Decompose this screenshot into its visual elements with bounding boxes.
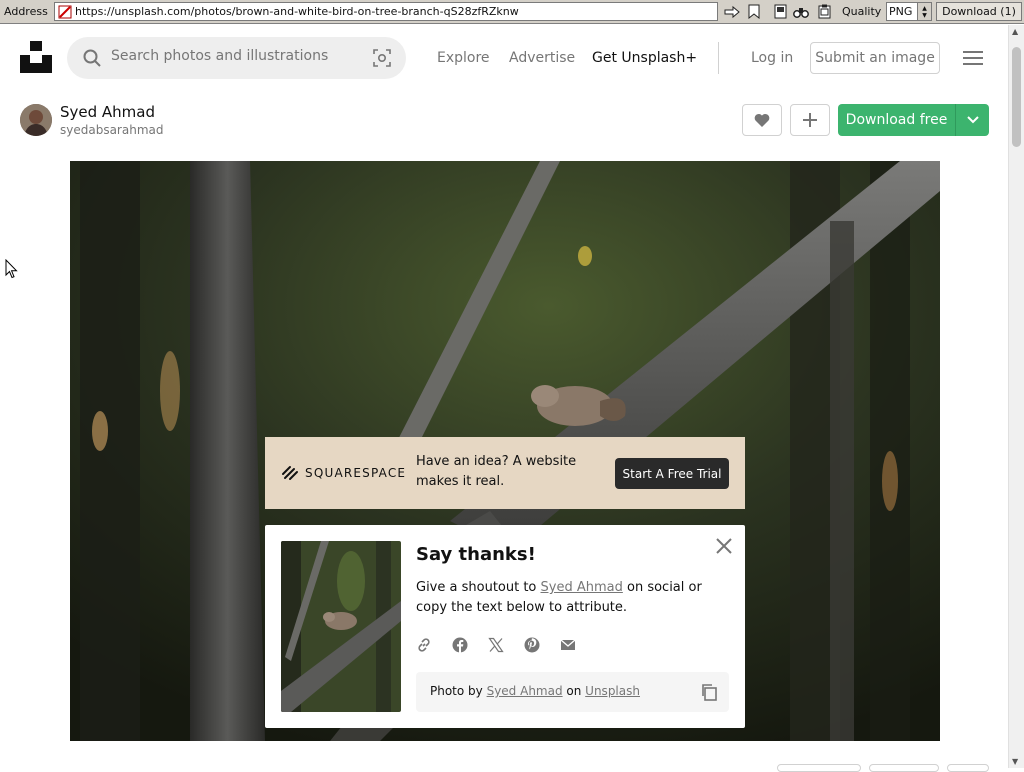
login-link[interactable]: Log in xyxy=(751,50,793,66)
facebook-icon xyxy=(452,637,468,653)
thanks-body: Give a shoutout to Syed Ahmad on social … xyxy=(416,578,736,618)
search-input[interactable]: Search photos and illustrations xyxy=(111,48,328,64)
sponsored-ad[interactable]: SQUARESPACE Have an idea? A website make… xyxy=(265,437,745,509)
download-free-button[interactable]: Download free xyxy=(838,104,955,136)
heart-icon xyxy=(754,113,770,127)
squarespace-logo-icon xyxy=(282,466,298,480)
thanks-photo-thumbnail xyxy=(281,541,401,712)
nav-explore[interactable]: Explore xyxy=(437,50,490,66)
add-to-collection-button[interactable] xyxy=(790,104,830,136)
squarespace-logo: SQUARESPACE xyxy=(281,464,406,482)
attribution-author-link[interactable]: Syed Ahmad xyxy=(487,684,563,698)
bottom-peek-button xyxy=(869,764,939,772)
share-row xyxy=(416,635,596,655)
copy-icon[interactable] xyxy=(700,683,718,701)
bottom-peek-button xyxy=(947,764,989,772)
ad-cta-button[interactable]: Start A Free Trial xyxy=(615,458,729,489)
hamburger-menu-icon[interactable] xyxy=(963,50,983,66)
attribution-text: Photo by Syed Ahmad on Unsplash xyxy=(430,684,640,698)
thanks-title: Say thanks! xyxy=(416,544,536,565)
share-email-button[interactable] xyxy=(560,635,596,655)
bookmark-icon[interactable] xyxy=(744,2,764,21)
author-handle[interactable]: syedabsarahmad xyxy=(60,123,163,137)
search-icon[interactable] xyxy=(83,49,101,67)
nav-advertise[interactable]: Advertise xyxy=(509,50,575,66)
attribution-mid: on xyxy=(562,684,586,698)
address-bar[interactable]: https://unsplash.com/photos/brown-and-wh… xyxy=(54,2,718,21)
scroll-down-arrow-icon[interactable]: ▼ xyxy=(1012,757,1018,766)
address-label: Address xyxy=(4,5,48,18)
link-icon xyxy=(418,638,430,652)
attribution-prefix: Photo by xyxy=(430,684,487,698)
browser-toolbar: Address https://unsplash.com/photos/brow… xyxy=(0,0,1024,24)
attribution-box[interactable]: Photo by Syed Ahmad on Unsplash xyxy=(416,672,729,712)
quality-select[interactable]: PNG ▲ ▼ xyxy=(886,2,932,21)
thanks-author-link[interactable]: Syed Ahmad xyxy=(541,580,623,595)
scroll-up-arrow-icon[interactable]: ▲ xyxy=(1012,27,1018,36)
page-icon[interactable] xyxy=(770,2,790,21)
x-twitter-icon xyxy=(488,637,504,653)
browser-download-button[interactable]: Download (1) xyxy=(936,2,1022,21)
go-arrow-icon[interactable] xyxy=(722,2,742,21)
close-icon[interactable] xyxy=(715,537,733,555)
ad-brand: SQUARESPACE xyxy=(305,466,407,480)
nav-divider xyxy=(718,42,719,74)
pinterest-icon xyxy=(524,637,540,653)
thanks-body-prefix: Give a shoutout to xyxy=(416,580,541,595)
author-avatar[interactable] xyxy=(20,104,52,136)
chevron-down-icon xyxy=(966,116,979,124)
page-scrollbar[interactable]: ▲ ▼ xyxy=(1008,25,1024,768)
share-x-button[interactable] xyxy=(488,635,524,655)
page-security-icon xyxy=(58,5,72,18)
share-facebook-button[interactable] xyxy=(452,635,488,655)
search-bar[interactable]: Search photos and illustrations xyxy=(67,37,406,79)
quality-value: PNG xyxy=(889,5,913,18)
share-link-button[interactable] xyxy=(416,635,452,655)
attribution-site-link[interactable]: Unsplash xyxy=(585,684,640,698)
like-button[interactable] xyxy=(742,104,782,136)
find-icon[interactable] xyxy=(791,2,811,21)
address-url[interactable]: https://unsplash.com/photos/brown-and-wh… xyxy=(75,5,519,18)
nav-get-unsplash-plus[interactable]: Get Unsplash+ xyxy=(592,50,697,66)
email-icon xyxy=(560,639,576,650)
quality-label: Quality xyxy=(842,5,882,18)
mouse-cursor-icon xyxy=(5,259,18,279)
submit-image-button[interactable]: Submit an image xyxy=(810,42,940,74)
visual-search-icon[interactable] xyxy=(372,48,392,68)
say-thanks-dialog: Say thanks! Give a shoutout to Syed Ahma… xyxy=(265,525,745,728)
author-name[interactable]: Syed Ahmad xyxy=(60,103,155,121)
ad-text: Have an idea? A website makes it real. xyxy=(416,454,577,489)
share-pinterest-button[interactable] xyxy=(524,635,560,655)
download-options-button[interactable] xyxy=(955,104,989,136)
bottom-peek-button xyxy=(777,764,861,772)
quality-spinner-icon[interactable]: ▲ ▼ xyxy=(917,3,931,20)
plus-icon xyxy=(803,113,817,127)
clipboard-icon[interactable] xyxy=(814,2,834,21)
scroll-thumb[interactable] xyxy=(1012,47,1021,147)
unsplash-logo-icon[interactable] xyxy=(20,41,52,73)
